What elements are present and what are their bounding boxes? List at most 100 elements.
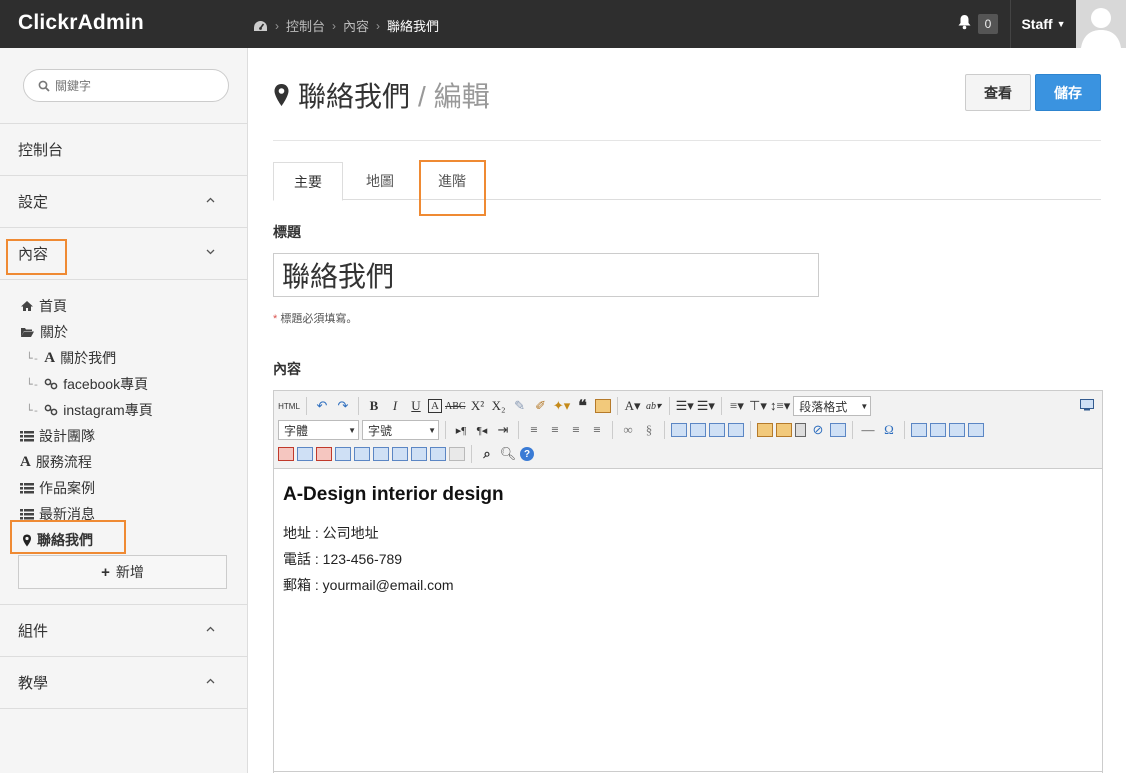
- image-inline-icon[interactable]: [690, 423, 706, 437]
- merge-cells-icon[interactable]: [335, 447, 351, 461]
- html-source-button[interactable]: HTML: [278, 396, 300, 416]
- table-icon[interactable]: [911, 423, 927, 437]
- editor-toolbar: HTML ↶ ↷ B I U A ABC X² X₂ ✎ ✐ ✦▾ ❝ A▾ a…: [274, 391, 1102, 469]
- notification-count-badge[interactable]: 0: [978, 14, 998, 34]
- merge-right-icon[interactable]: [354, 447, 370, 461]
- sidebar-subitem-process[interactable]: A 服務流程: [20, 452, 92, 472]
- breadcrumb-current: 聯絡我們: [387, 19, 440, 34]
- format-brush-icon[interactable]: ✐: [532, 396, 550, 416]
- font-border-icon[interactable]: A: [428, 399, 442, 413]
- align-left-icon[interactable]: ≡: [525, 420, 543, 440]
- find-icon[interactable]: ⌕: [478, 444, 496, 464]
- sidebar-item-settings[interactable]: 設定: [0, 176, 247, 228]
- help-icon[interactable]: ?: [520, 447, 534, 461]
- toolbar-separator: [306, 397, 307, 415]
- unordered-list-icon[interactable]: ☰▾: [697, 396, 715, 416]
- split-rows-icon[interactable]: [392, 447, 408, 461]
- save-button[interactable]: 儲存: [1035, 74, 1101, 111]
- redo-icon[interactable]: ↷: [334, 396, 352, 416]
- tab-map[interactable]: 地圖: [345, 162, 415, 200]
- highlight-box-contact: [10, 520, 126, 554]
- font-family-select[interactable]: 字體 ▼: [278, 420, 359, 440]
- image-left-icon[interactable]: [671, 423, 687, 437]
- editor-body[interactable]: A-Design interior design 地址 : 公司地址 電話 : …: [283, 484, 504, 598]
- merge-down-icon[interactable]: [373, 447, 389, 461]
- magic-wand-icon[interactable]: ✦▾: [553, 396, 571, 416]
- sidebar-item-tutorial[interactable]: 教學: [0, 657, 247, 709]
- toolbar-row-3: ⌕ 🔍︎ ?: [278, 443, 534, 465]
- sidebar-subitem-home[interactable]: 首頁: [20, 296, 67, 316]
- video-icon[interactable]: [795, 423, 806, 437]
- paste-icon[interactable]: [594, 399, 611, 413]
- align-justify-icon[interactable]: ≡: [588, 420, 606, 440]
- sidebar-subitem-about-us[interactable]: └- A 關於我們: [26, 348, 116, 368]
- view-button[interactable]: 查看: [965, 74, 1031, 111]
- italic-icon[interactable]: I: [386, 396, 404, 416]
- attachment-icon[interactable]: ⊘: [809, 420, 827, 440]
- image-icon[interactable]: [757, 423, 773, 437]
- content-line: 地址 : 公司地址: [283, 525, 379, 541]
- delete-row-icon[interactable]: [316, 447, 332, 461]
- chevron-up-icon: [206, 197, 215, 203]
- ltr-icon[interactable]: ▸¶: [452, 420, 470, 440]
- split-columns-icon[interactable]: [411, 447, 427, 461]
- insert-row-icon[interactable]: [968, 423, 984, 437]
- avatar[interactable]: [1076, 0, 1126, 48]
- blockquote-icon[interactable]: ❝: [574, 396, 592, 416]
- subscript-icon[interactable]: X₂: [490, 396, 508, 416]
- image-right-icon[interactable]: [709, 423, 725, 437]
- user-menu-button[interactable]: Staff ▼: [1010, 0, 1076, 48]
- delete-table-icon[interactable]: [430, 447, 446, 461]
- page-break-icon[interactable]: [449, 447, 465, 461]
- table-props-icon[interactable]: [949, 423, 965, 437]
- indent-icon[interactable]: ⇥: [494, 420, 512, 440]
- preview-icon[interactable]: 🔍︎: [499, 444, 517, 464]
- eraser-icon[interactable]: ✎: [511, 396, 529, 416]
- sidebar-subitem-facebook[interactable]: └- facebook專頁: [26, 374, 148, 394]
- bold-icon[interactable]: B: [365, 396, 383, 416]
- search-input[interactable]: [55, 78, 215, 93]
- add-content-button[interactable]: + 新增: [18, 555, 227, 589]
- insert-column-icon[interactable]: [297, 447, 313, 461]
- sidebar-subitem-instagram[interactable]: └- instagram專頁: [26, 400, 153, 420]
- table-edit-icon[interactable]: [930, 423, 946, 437]
- fullscreen-icon[interactable]: [1080, 399, 1094, 411]
- line-height-icon[interactable]: ↕≡▾: [770, 396, 790, 416]
- ordered-list-icon[interactable]: ☰▾: [676, 396, 694, 416]
- image-center-icon[interactable]: [728, 423, 744, 437]
- font-color-icon[interactable]: A▾: [624, 396, 642, 416]
- chevron-right-icon: ›: [332, 18, 337, 33]
- horizontal-line-icon[interactable]: —: [859, 420, 877, 440]
- bell-icon[interactable]: [957, 14, 972, 30]
- delete-column-icon[interactable]: [278, 447, 294, 461]
- undo-icon[interactable]: ↶: [313, 396, 331, 416]
- superscript-icon[interactable]: X²: [469, 396, 487, 416]
- special-char-icon[interactable]: Ω: [880, 420, 898, 440]
- breadcrumb-dashboard[interactable]: 控制台: [286, 16, 325, 35]
- title-input[interactable]: 聯絡我們: [273, 253, 819, 297]
- brand-logo[interactable]: ClickrAdmin: [18, 11, 144, 35]
- align-center-icon[interactable]: ≡: [546, 420, 564, 440]
- multi-image-icon[interactable]: [776, 423, 792, 437]
- sidebar-item-components[interactable]: 組件: [0, 605, 247, 657]
- highlight-color-icon[interactable]: ab▾: [645, 396, 663, 416]
- underline-icon[interactable]: U: [407, 396, 425, 416]
- breadcrumb-content[interactable]: 內容: [343, 16, 369, 35]
- strikethrough-icon[interactable]: ABC: [445, 396, 466, 416]
- align-right-icon[interactable]: ≡: [567, 420, 585, 440]
- paragraph-format-select[interactable]: 段落格式 ▼: [793, 396, 872, 416]
- sidebar-subitem-portfolio[interactable]: 作品案例: [20, 478, 95, 498]
- dashboard-icon[interactable]: [253, 20, 268, 32]
- link-icon[interactable]: ∞: [619, 420, 637, 440]
- sidebar-subitem-team[interactable]: 設計團隊: [20, 426, 95, 446]
- tab-main[interactable]: 主要: [273, 162, 343, 201]
- search-box[interactable]: [23, 69, 229, 102]
- vertical-align-icon[interactable]: ⊤▾: [749, 396, 767, 416]
- font-size-select[interactable]: 字號 ▼: [362, 420, 439, 440]
- text-align-icon[interactable]: ≡▾: [728, 396, 746, 416]
- unlink-icon[interactable]: §: [640, 420, 658, 440]
- rtl-icon[interactable]: ¶◂: [473, 420, 491, 440]
- template-icon[interactable]: [830, 423, 846, 437]
- sidebar-item-dashboard[interactable]: 控制台: [0, 124, 247, 176]
- sidebar-subitem-about[interactable]: 關於: [20, 322, 68, 342]
